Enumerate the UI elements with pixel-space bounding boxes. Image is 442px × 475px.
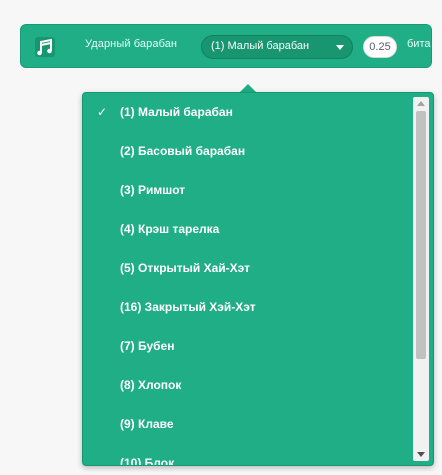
- drum-menu: ✓ (1) Малый барабан (2) Басовый барабан (3)…: [82, 92, 434, 466]
- drum-dropdown[interactable]: (1) Малый барабан: [201, 35, 353, 59]
- menu-item-label: (3) Римшот: [120, 183, 186, 197]
- menu-item[interactable]: (5) Открытый Хай-Хэт: [83, 254, 411, 284]
- drum-menu-list: ✓ (1) Малый барабан (2) Басовый барабан (3)…: [83, 93, 411, 465]
- block-label: Ударный барабан: [85, 38, 178, 50]
- checkmark-icon: ✓: [97, 105, 108, 119]
- menu-item[interactable]: (4) Крэш тарелка: [83, 215, 411, 245]
- beats-input[interactable]: 0.25: [363, 36, 397, 58]
- menu-item-label: (16) Закрытый Хэй-Хэт: [120, 300, 256, 314]
- menu-item[interactable]: (7) Бубен: [83, 332, 411, 362]
- chevron-down-icon: [336, 45, 344, 50]
- music-note-icon: [35, 37, 55, 57]
- menu-item-label: (10) Блок: [120, 456, 175, 465]
- menu-item[interactable]: (9) Клаве: [83, 410, 411, 440]
- menu-item-label: (2) Басовый барабан: [120, 144, 246, 158]
- menu-item[interactable]: (10) Блок: [83, 449, 411, 465]
- menu-item-label: (7) Бубен: [120, 339, 175, 353]
- menu-item-label: (4) Крэш тарелка: [120, 222, 220, 236]
- play-drum-block[interactable]: Ударный барабан (1) Малый барабан 0.25 б…: [20, 24, 432, 68]
- menu-scrollbar[interactable]: [413, 97, 429, 461]
- music-extension-canvas: Ударный барабан (1) Малый барабан 0.25 б…: [0, 0, 442, 475]
- menu-item-label: (1) Малый барабан: [120, 105, 233, 119]
- menu-item[interactable]: (2) Басовый барабан: [83, 137, 411, 167]
- menu-item[interactable]: (16) Закрытый Хэй-Хэт: [83, 293, 411, 323]
- menu-item[interactable]: (8) Хлопок: [83, 371, 411, 401]
- scroll-down-icon[interactable]: [417, 452, 425, 457]
- scroll-thumb[interactable]: [416, 111, 426, 359]
- menu-item-label: (8) Хлопок: [120, 378, 182, 392]
- scroll-up-icon[interactable]: [417, 101, 425, 106]
- menu-item[interactable]: (3) Римшот: [83, 176, 411, 206]
- drum-dropdown-value: (1) Малый барабан: [211, 40, 310, 52]
- beats-label: бита: [407, 38, 431, 50]
- menu-item[interactable]: ✓ (1) Малый барабан: [83, 98, 411, 128]
- menu-item-label: (9) Клаве: [120, 417, 174, 431]
- menu-item-label: (5) Открытый Хай-Хэт: [120, 261, 251, 275]
